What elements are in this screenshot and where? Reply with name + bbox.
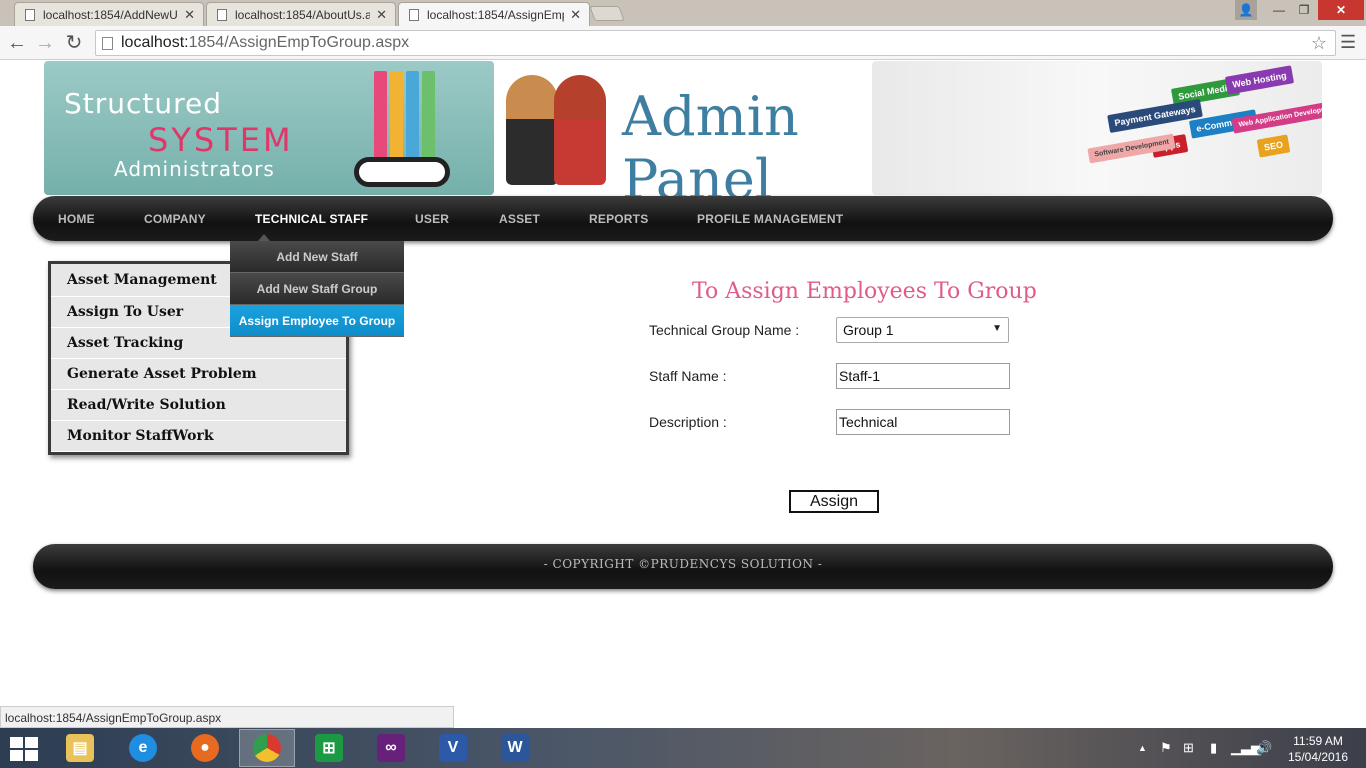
admin-panel-title: Admin Panel [622, 85, 799, 211]
admin-panel-banner: Admin Panel [494, 61, 872, 211]
system-clock[interactable]: 11:59 AM 15/04/2016 [1282, 733, 1354, 765]
windows-tray-icon[interactable]: ⊞ [1183, 740, 1194, 756]
sign-web-hosting: Web Hosting [1224, 65, 1294, 95]
forward-arrow-icon[interactable]: → [34, 32, 56, 54]
pencil-illustration [422, 71, 435, 163]
side-menu-generate-asset-problem[interactable]: Generate Asset Problem [51, 359, 346, 390]
admin-woman-illustration [554, 75, 606, 185]
browser-tab-active[interactable]: localhost:1854/AssignEmp ✕ [398, 2, 590, 26]
page-footer: - COPYRIGHT ©PRUDENCYS SOLUTION - [33, 544, 1333, 589]
tray-expand-icon[interactable]: ▲ [1138, 743, 1147, 753]
address-bar[interactable]: localhost:1854/AssignEmpToGroup.aspx ☆ [95, 30, 1336, 56]
window-close-icon[interactable]: ✕ [1318, 0, 1364, 20]
assign-button[interactable]: Assign [789, 490, 879, 513]
header-banner: Structured SYSTEM Administrators Admin P… [44, 61, 1322, 211]
internet-explorer-icon[interactable]: e [115, 729, 171, 767]
group-name-select[interactable]: Group 1 ▼ [836, 317, 1009, 343]
dropdown-pointer [258, 234, 270, 241]
pencil-illustration [374, 71, 387, 163]
tab-close-icon[interactable]: ✕ [570, 7, 581, 23]
tab-close-icon[interactable]: ✕ [376, 7, 387, 23]
file-explorer-icon[interactable]: ▤ [52, 729, 108, 767]
glasses-illustration [354, 157, 450, 187]
menu-add-new-staff[interactable]: Add New Staff [230, 241, 404, 273]
page-icon [102, 36, 113, 50]
form-title: To Assign Employees To Group [692, 279, 1037, 304]
nav-home[interactable]: HOME [58, 212, 95, 226]
sign-software-development: Software Development [1087, 133, 1177, 164]
staff-name-label: Staff Name : [649, 368, 727, 384]
group-name-label: Technical Group Name : [649, 322, 800, 338]
browser-tab[interactable]: localhost:1854/AddNewU ✕ [14, 2, 204, 26]
technical-staff-dropdown: Add New Staff Add New Staff Group Assign… [230, 241, 404, 337]
side-menu-read-write-solution[interactable]: Read/Write Solution [51, 390, 346, 421]
visual-studio-icon[interactable]: ∞ [363, 729, 419, 767]
bookmark-star-icon[interactable]: ☆ [1311, 33, 1327, 54]
windows-start-icon[interactable] [10, 737, 38, 761]
volume-icon[interactable]: 🔊 [1256, 740, 1272, 756]
status-url-bubble: localhost:1854/AssignEmpToGroup.aspx [0, 706, 454, 728]
restore-icon[interactable]: ❐ [1292, 0, 1316, 20]
nav-profile-management[interactable]: PROFILE MANAGEMENT [697, 212, 843, 226]
sign-seo: SEO [1256, 134, 1291, 158]
staff-name-field[interactable]: Staff-1 [836, 363, 1010, 389]
page-icon [217, 8, 227, 21]
nav-technical-staff[interactable]: TECHNICAL STAFF [255, 212, 368, 226]
chrome-icon[interactable] [239, 729, 295, 767]
page-icon [25, 8, 35, 21]
store-icon[interactable]: ⊞ [301, 729, 357, 767]
url-text: localhost:1854/AssignEmpToGroup.aspx [121, 34, 410, 51]
nav-reports[interactable]: REPORTS [589, 212, 648, 226]
tab-title: localhost:1854/AssignEmp [427, 7, 565, 22]
clock-time: 11:59 AM [1293, 734, 1343, 748]
windows-taskbar: ▤ e ● ⊞ ∞ V W ▲ ⚑ ⊞ ▮ ▁▃▅ 🔊 11:59 AM 15/… [0, 728, 1366, 768]
action-center-flag-icon[interactable]: ⚑ [1160, 740, 1172, 756]
minimize-icon[interactable]: — [1266, 0, 1292, 20]
services-signs-banner: Social Media Web Hosting Payment Gateway… [872, 61, 1322, 195]
main-nav-bar: HOME COMPANY TECHNICAL STAFF USER ASSET … [33, 196, 1333, 241]
firefox-icon[interactable]: ● [177, 729, 233, 767]
tab-title: localhost:1854/AboutUs.a [235, 7, 371, 22]
browser-tab[interactable]: localhost:1854/AboutUs.a ✕ [206, 2, 396, 26]
browser-toolbar: ← → ↻ localhost:1854/AssignEmpToGroup.as… [0, 26, 1366, 60]
group-name-value: Group 1 [843, 322, 894, 338]
web-page: Structured SYSTEM Administrators Admin P… [0, 61, 1366, 706]
new-tab-button[interactable] [589, 6, 625, 21]
admin-man-illustration [506, 75, 558, 185]
chevron-down-icon: ▼ [992, 323, 1002, 334]
browser-menu-icon[interactable]: ☰ [1340, 32, 1356, 53]
menu-add-new-staff-group[interactable]: Add New Staff Group [230, 273, 404, 305]
nav-company[interactable]: COMPANY [144, 212, 206, 226]
nav-asset[interactable]: ASSET [499, 212, 540, 226]
pencil-illustration [390, 71, 403, 163]
side-menu-monitor-staff-work[interactable]: Monitor StaffWork [51, 421, 346, 452]
pencil-illustration [406, 71, 419, 163]
brand-line-3: Administrators [114, 157, 275, 181]
visio-icon[interactable]: V [425, 729, 481, 767]
page-icon [409, 8, 419, 21]
brand-line-1: Structured [64, 87, 223, 120]
user-profile-icon[interactable]: 👤 [1235, 0, 1257, 20]
back-arrow-icon[interactable]: ← [6, 32, 28, 54]
battery-icon[interactable]: ▮ [1210, 740, 1217, 756]
sign-web-application: Web Application Development [1231, 99, 1322, 134]
clock-date: 15/04/2016 [1287, 750, 1349, 764]
description-label: Description : [649, 414, 727, 430]
sign-payment-gateways: Payment Gateways [1107, 98, 1203, 134]
description-field[interactable]: Technical [836, 409, 1010, 435]
reload-icon[interactable]: ↻ [63, 32, 85, 54]
brand-logo: Structured SYSTEM Administrators [44, 61, 494, 195]
tab-title: localhost:1854/AddNewU [43, 7, 178, 22]
word-icon[interactable]: W [487, 729, 543, 767]
nav-user[interactable]: USER [415, 212, 449, 226]
brand-line-2: SYSTEM [148, 121, 294, 159]
menu-assign-employee-to-group[interactable]: Assign Employee To Group [230, 305, 404, 337]
browser-tab-strip: localhost:1854/AddNewU ✕ localhost:1854/… [0, 0, 1366, 26]
tab-close-icon[interactable]: ✕ [184, 7, 195, 23]
